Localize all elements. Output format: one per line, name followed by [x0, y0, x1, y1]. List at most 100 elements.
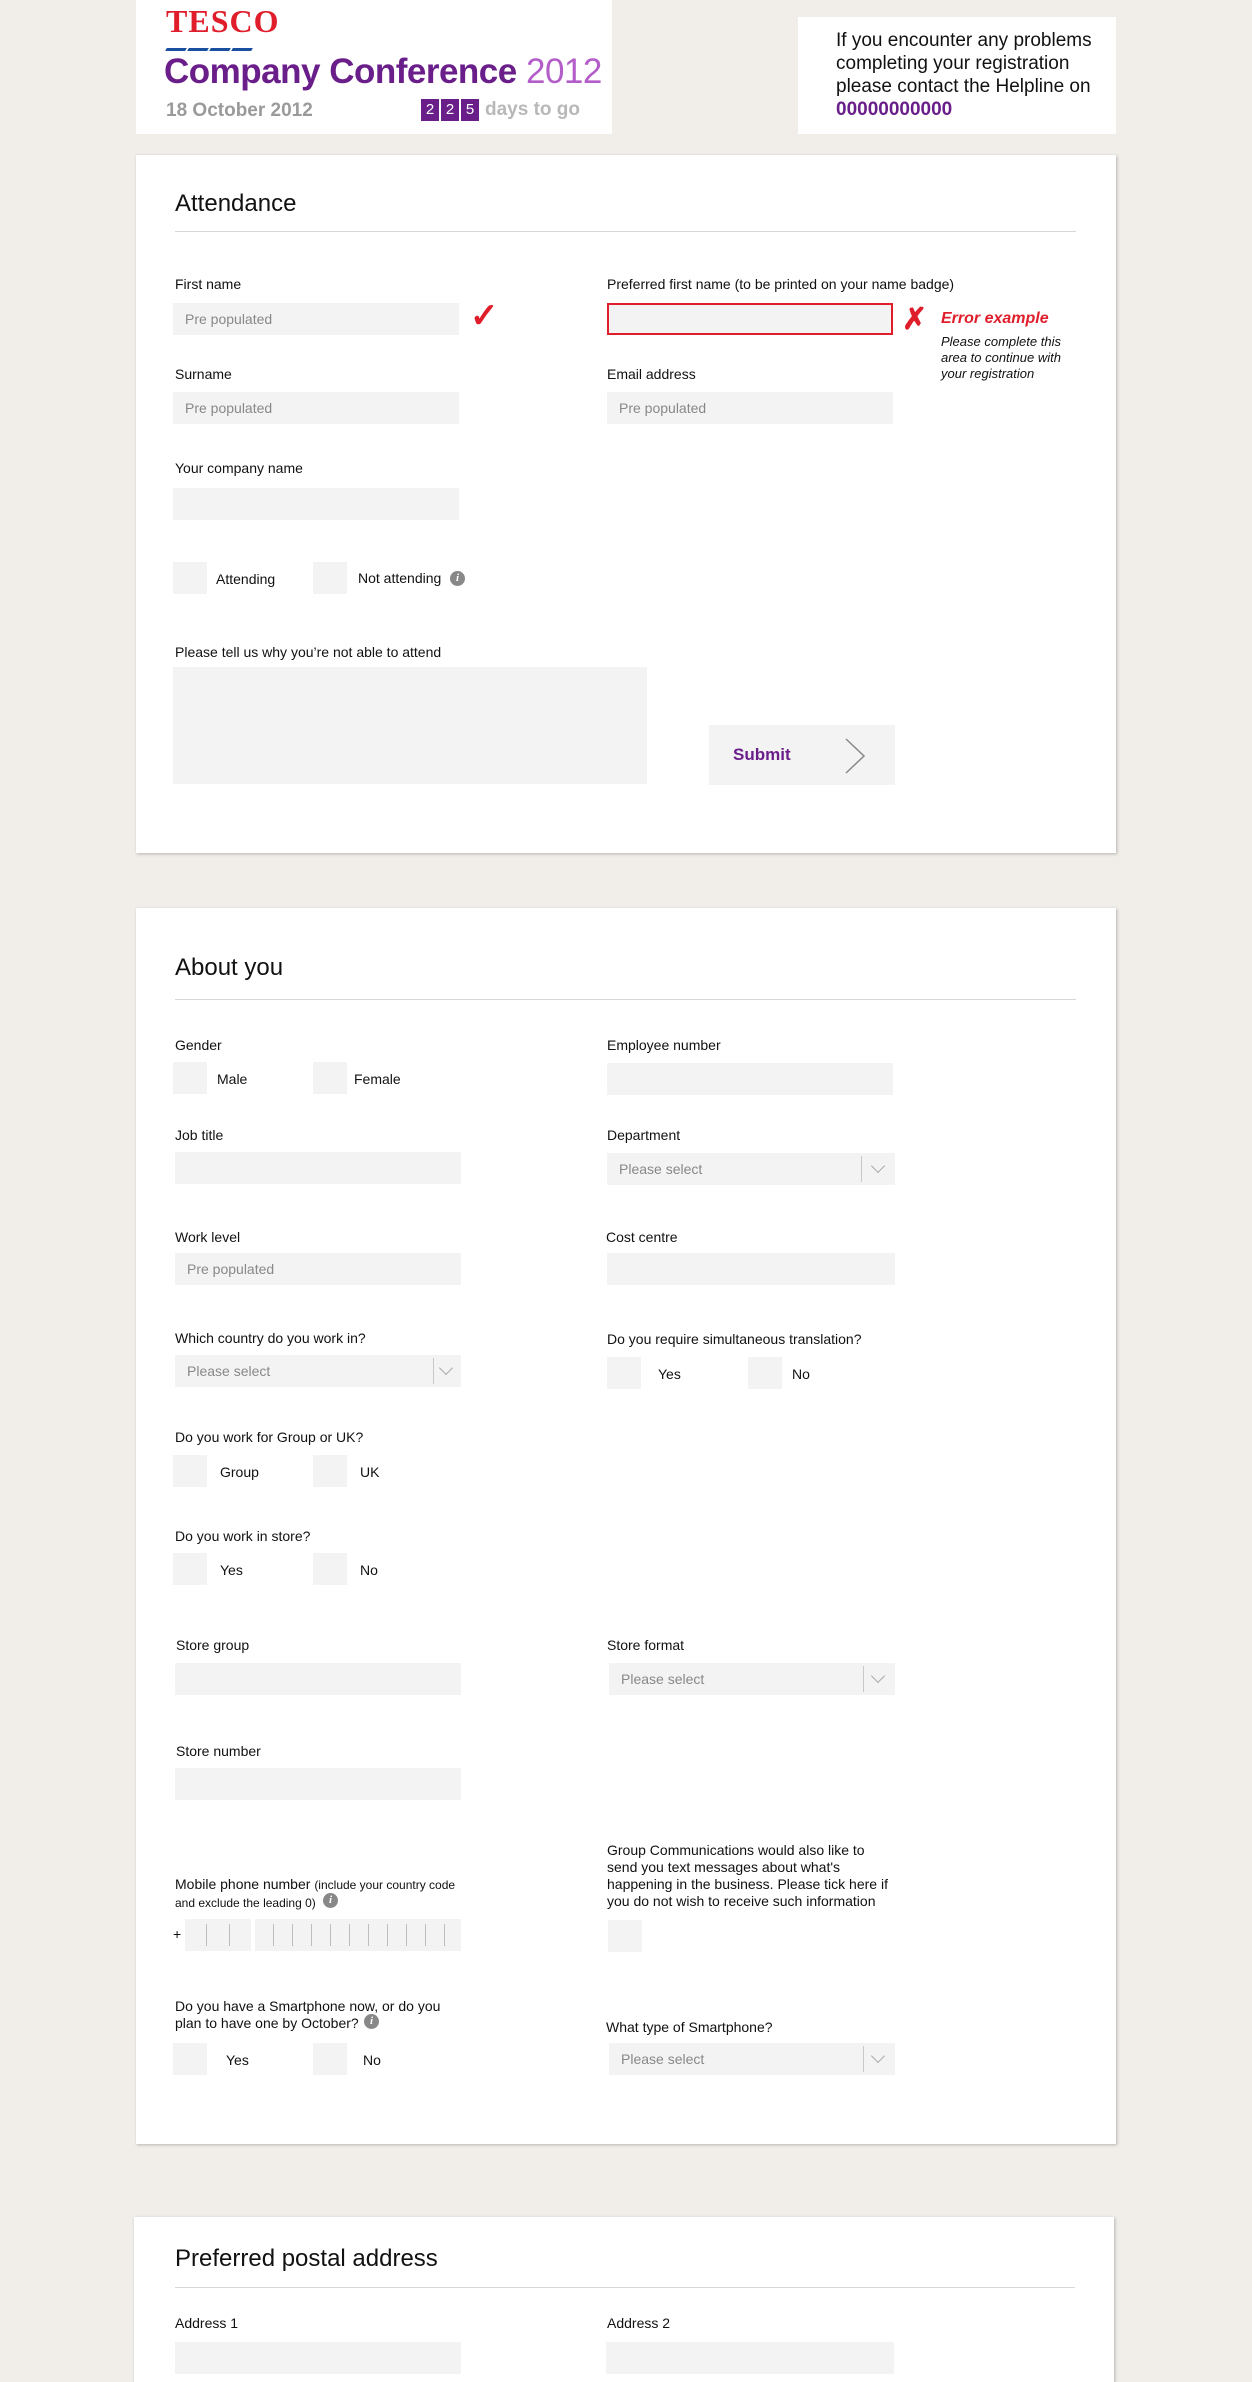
conference-date: 18 October 2012 — [166, 100, 313, 121]
store-number-label: Store number — [176, 1743, 261, 1759]
attendance-title: Attendance — [175, 190, 297, 217]
store-format-select[interactable]: Please select — [609, 1663, 895, 1695]
department-select[interactable]: Please select — [607, 1153, 895, 1185]
smartphone-no-label: No — [363, 2052, 381, 2068]
conference-name: Company Conference — [164, 52, 517, 91]
translation-yes-checkbox[interactable] — [607, 1357, 641, 1389]
group-checkbox[interactable] — [173, 1455, 207, 1487]
store-group-field[interactable] — [175, 1663, 461, 1695]
smartphone-question-line: plan to have one by October? — [175, 2015, 359, 2031]
cost-centre-label: Cost centre — [606, 1229, 678, 1245]
preferred-name-field[interactable] — [607, 303, 893, 335]
sms-opt-out-checkbox[interactable] — [608, 1920, 642, 1952]
female-label: Female — [354, 1071, 401, 1087]
address1-label: Address 1 — [175, 2315, 239, 2331]
info-icon[interactable]: i — [323, 1893, 338, 1908]
translation-no-checkbox[interactable] — [748, 1357, 782, 1389]
job-title-field[interactable] — [175, 1152, 461, 1184]
mobile-number-field[interactable] — [255, 1919, 461, 1951]
chevron-down-icon — [870, 2048, 886, 2064]
work-level-field[interactable]: Pre populated — [175, 1253, 461, 1285]
info-icon[interactable]: i — [364, 2014, 379, 2029]
valid-check-icon: ✓ — [470, 297, 499, 335]
work-level-label: Work level — [175, 1229, 241, 1245]
female-checkbox[interactable] — [313, 1062, 347, 1094]
not-attending-checkbox[interactable] — [313, 562, 347, 594]
address2-field[interactable] — [606, 2342, 894, 2374]
country-label: Which country do you work in? — [175, 1330, 366, 1346]
smartphone-type-select[interactable]: Please select — [609, 2043, 895, 2075]
email-label: Email address — [607, 366, 696, 382]
surname-label: Surname — [175, 366, 232, 382]
company-field[interactable] — [173, 488, 459, 520]
attending-checkbox[interactable] — [173, 562, 207, 594]
smartphone-type-value: Please select — [621, 2051, 705, 2067]
smartphone-type-label: What type of Smartphone? — [606, 2019, 773, 2035]
conference-title: Company Conference 2012 — [164, 52, 602, 92]
male-checkbox[interactable] — [173, 1062, 207, 1094]
in-store-no-checkbox[interactable] — [313, 1553, 347, 1585]
not-attending-label: Not attending — [358, 570, 442, 586]
chevron-down-icon — [870, 1668, 886, 1684]
countdown: 2 2 5 days to go — [421, 99, 580, 121]
address1-field[interactable] — [175, 2342, 461, 2374]
sms-text-line: you do not wish to receive such informat… — [607, 1893, 876, 1909]
tesco-logo: TESCO — [165, 5, 279, 56]
translation-label: Do you require simultaneous translation? — [607, 1331, 862, 1347]
country-code-field[interactable] — [185, 1919, 251, 1951]
conference-year: 2012 — [525, 52, 602, 91]
employee-number-label: Employee number — [607, 1037, 721, 1053]
surname-field[interactable]: Pre populated — [173, 392, 459, 424]
helpline-box: If you encounter any problems completing… — [798, 17, 1116, 134]
smartphone-no-checkbox[interactable] — [313, 2043, 347, 2075]
first-name-field[interactable]: Pre populated — [173, 303, 459, 335]
chevron-down-icon — [870, 1158, 886, 1174]
store-number-field[interactable] — [175, 1768, 461, 1800]
address2-label: Address 2 — [607, 2315, 671, 2331]
in-store-label: Do you work in store? — [175, 1528, 311, 1544]
group-uk-label: Do you work for Group or UK? — [175, 1429, 364, 1445]
translation-no-label: No — [792, 1366, 810, 1382]
uk-checkbox[interactable] — [313, 1455, 347, 1487]
uk-option-label: UK — [360, 1464, 380, 1480]
smartphone-question: Do you have a Smartphone now, or do you … — [175, 1998, 440, 2032]
smartphone-yes-label: Yes — [226, 2052, 249, 2068]
in-store-yes-checkbox[interactable] — [173, 1553, 207, 1585]
male-label: Male — [217, 1071, 248, 1087]
in-store-no-label: No — [360, 1562, 378, 1578]
helpline-phone[interactable]: 00000000000 — [836, 99, 952, 120]
in-store-yes-label: Yes — [220, 1562, 243, 1578]
info-icon[interactable]: i — [450, 571, 465, 586]
submit-label: Submit — [733, 745, 791, 764]
mobile-note: (include your country code — [314, 1878, 456, 1892]
submit-button[interactable]: Submit — [709, 725, 895, 785]
department-label: Department — [607, 1127, 681, 1143]
sms-text-line: happening in the business. Please tick h… — [607, 1876, 888, 1892]
select-divider — [433, 1358, 434, 1384]
company-label: Your company name — [175, 460, 303, 476]
countdown-digit: 5 — [461, 99, 479, 121]
divider — [175, 999, 1076, 1000]
divider — [175, 2287, 1075, 2288]
first-name-label: First name — [175, 276, 242, 292]
chevron-down-icon — [438, 1360, 454, 1376]
country-select[interactable]: Please select — [175, 1355, 461, 1387]
error-cross-icon: ✗ — [902, 303, 928, 336]
mobile-label: Mobile phone number (include your countr… — [175, 1876, 455, 1912]
email-field[interactable]: Pre populated — [607, 392, 893, 424]
about-title: About you — [175, 954, 284, 981]
smartphone-yes-checkbox[interactable] — [173, 2043, 207, 2075]
select-divider — [863, 2046, 864, 2072]
store-format-label: Store format — [607, 1637, 685, 1653]
sms-text-line: send you text messages about what's — [607, 1859, 841, 1875]
reason-textarea[interactable] — [173, 667, 647, 784]
mobile-label-text: Mobile phone number — [175, 1876, 311, 1892]
divider — [175, 231, 1076, 232]
smartphone-question-line: Do you have a Smartphone now, or do you — [175, 1998, 441, 2014]
mobile-note: and exclude the leading 0) — [175, 1896, 316, 1910]
select-divider — [863, 1666, 864, 1692]
employee-number-field[interactable] — [607, 1063, 893, 1095]
cost-centre-field[interactable] — [607, 1253, 895, 1285]
countdown-digit: 2 — [441, 99, 459, 121]
country-value: Please select — [187, 1363, 271, 1379]
